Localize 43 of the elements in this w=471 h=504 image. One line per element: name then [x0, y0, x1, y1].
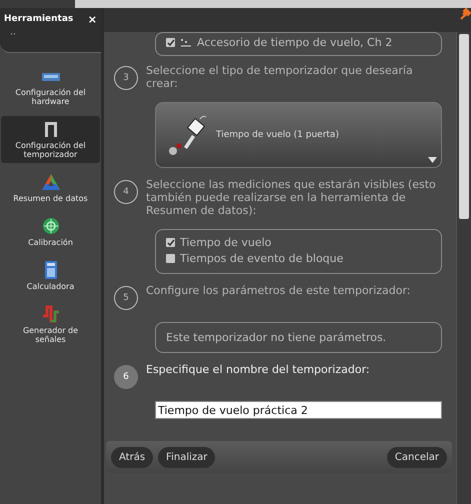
- wizard-button[interactable]: Atrás: [111, 446, 154, 468]
- sidebar-item-label: Generador de señales: [22, 326, 80, 344]
- step-instruction: Configure los parámetros de este temporizador:: [146, 284, 412, 297]
- close-button[interactable]: ×: [88, 12, 97, 26]
- waveform-icon: [40, 304, 60, 324]
- step-number: 5: [114, 286, 138, 310]
- step-number: 3: [114, 66, 138, 90]
- sidebar-item[interactable]: Calibración: [1, 213, 100, 251]
- photogate-icon: [168, 113, 208, 157]
- sidebar-item-label: Resumen de datos: [13, 194, 88, 203]
- step-number: 4: [114, 180, 138, 204]
- wizard-button[interactable]: Finalizar: [158, 446, 216, 468]
- sidebar-item[interactable]: Configuración del hardware: [1, 63, 100, 110]
- checkmark-icon: [166, 38, 174, 46]
- sidebar-item[interactable]: Calculadora: [1, 257, 100, 295]
- sidebar-item[interactable]: Configuración del temporizador: [1, 116, 100, 163]
- sidebar-item-label: Calculadora: [26, 282, 74, 291]
- pin-icon[interactable]: [459, 8, 471, 20]
- scrollbar[interactable]: [456, 32, 471, 504]
- step-instruction: Seleccione el tipo de temporizador que desearía crear:: [146, 64, 414, 90]
- sidebar-item[interactable]: Resumen de datos: [1, 169, 100, 207]
- selector-value: Tiempo de vuelo (1 puerta): [216, 130, 339, 140]
- tab-handle: ··: [10, 30, 16, 40]
- sidebar-title: Herramientas: [4, 14, 74, 24]
- triangle-icon: [40, 172, 60, 192]
- step-number: 6: [114, 365, 138, 389]
- checkmark-icon: [166, 238, 174, 246]
- sidebar-item-label: Configuración del hardware: [14, 88, 87, 106]
- target-icon: [40, 216, 60, 236]
- timer-type-selector[interactable]: Tiempo de vuelo (1 puerta): [155, 102, 442, 168]
- wizard-button[interactable]: Cancelar: [386, 446, 447, 468]
- sensor-icon: [180, 38, 192, 47]
- sidebar-item-label: Calibración: [28, 238, 73, 247]
- timer-name-field[interactable]: Tiempo de vuelo práctica 2: [155, 401, 442, 419]
- step-instruction: Especifique el nombre del temporizador:: [146, 363, 371, 376]
- sidebar-item-label: Configuración del temporizador: [14, 141, 87, 159]
- parameters-note: Este temporizador no tiene parámetros.: [166, 331, 388, 344]
- caret-icon: [428, 157, 437, 163]
- sidebar-item[interactable]: Generador de señales: [1, 301, 100, 348]
- measurement-checkbox[interactable]: Tiempos de evento de bloque: [166, 252, 431, 265]
- step-instruction: Seleccione las mediciones que estarán visibles (esto también puede realizarse en la herramienta de Resumen de datos):: [146, 178, 437, 217]
- sidebar-tab[interactable]: ··: [0, 30, 101, 53]
- measurement-checkbox[interactable]: Tiempo de vuelo: [166, 236, 431, 249]
